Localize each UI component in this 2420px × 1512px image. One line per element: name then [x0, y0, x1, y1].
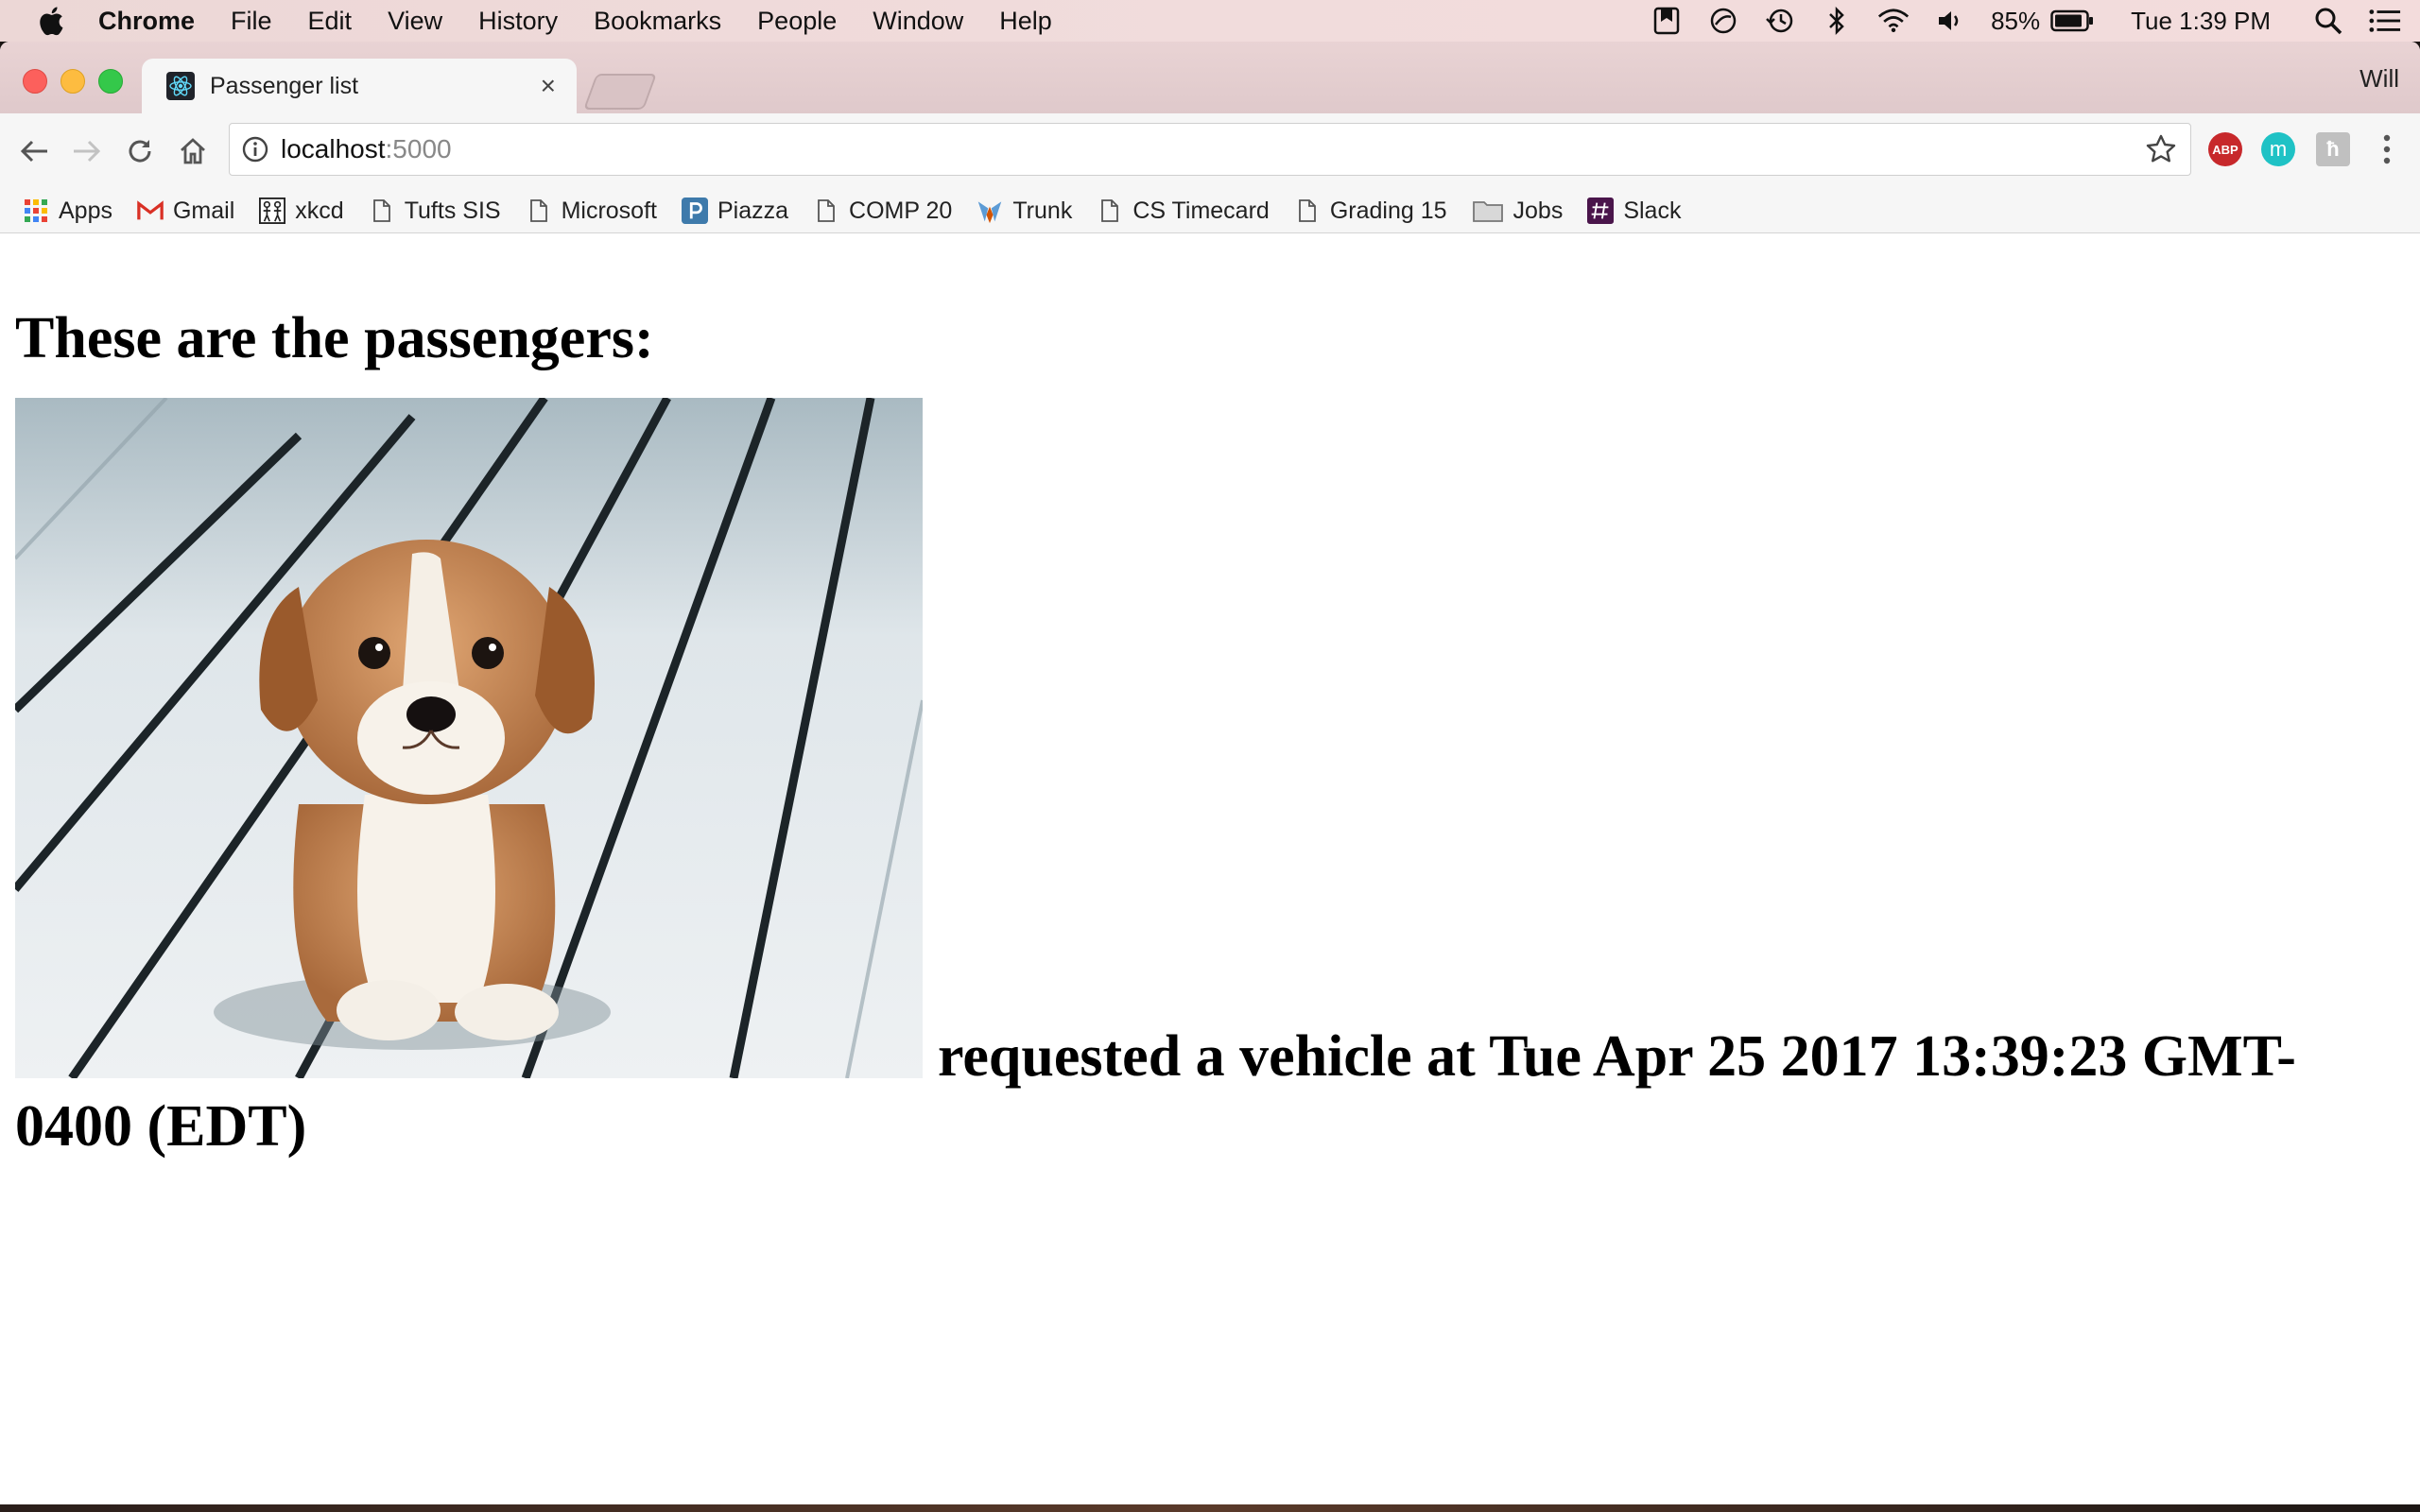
- page-icon: [1097, 198, 1123, 224]
- bookmark-tufts-sis[interactable]: Tufts SIS: [369, 198, 501, 225]
- site-info-icon[interactable]: [241, 135, 269, 163]
- bookmark-slack[interactable]: Slack: [1587, 198, 1681, 225]
- bookmark-microsoft[interactable]: Microsoft: [526, 198, 657, 225]
- hacker-news-extension[interactable]: ћ: [2316, 132, 2350, 166]
- menu-bookmarks[interactable]: Bookmarks: [594, 7, 721, 36]
- bookmark-label: Slack: [1623, 197, 1682, 224]
- tab-close-icon[interactable]: ×: [541, 71, 556, 101]
- page-icon: [813, 198, 839, 224]
- menu-history[interactable]: History: [478, 7, 558, 36]
- bookmark-xkcd[interactable]: xkcd: [259, 197, 344, 225]
- page-icon: [1294, 198, 1321, 224]
- bookmark-trunk[interactable]: Trunk: [977, 198, 1072, 225]
- menu-clock[interactable]: Tue 1:39 PM: [2131, 7, 2271, 36]
- home-icon[interactable]: [174, 132, 212, 170]
- bookmark-app-icon[interactable]: [1651, 5, 1683, 37]
- react-favicon-icon: [166, 72, 195, 100]
- status-area: 85% Tue 1:39 PM: [1651, 0, 2420, 42]
- menu-chrome[interactable]: Chrome: [98, 7, 195, 36]
- folder-icon: [1472, 198, 1504, 224]
- minimize-window-button[interactable]: [60, 69, 85, 94]
- trunk-icon: [977, 198, 1003, 224]
- menu-view[interactable]: View: [388, 7, 442, 36]
- menu-bar: Chrome File Edit View History Bookmarks …: [0, 0, 2420, 42]
- forward-arrow-icon[interactable]: [68, 132, 106, 170]
- address-bar[interactable]: localhost:5000: [229, 123, 2191, 176]
- bookmark-label: Apps: [59, 197, 112, 224]
- bookmark-label: COMP 20: [849, 197, 953, 224]
- bookmark-comp-20[interactable]: COMP 20: [813, 198, 952, 225]
- bookmarks-bar: Apps Gmail xkcd Tufts SIS Microsoft Piaz…: [0, 189, 2420, 233]
- page-content: These are the passengers: requested a ve…: [0, 233, 2420, 1504]
- close-window-button[interactable]: [23, 69, 47, 94]
- apple-logo-icon[interactable]: [36, 4, 70, 38]
- menu-help[interactable]: Help: [999, 7, 1052, 36]
- slack-icon: [1587, 198, 1615, 224]
- do-not-disturb-icon[interactable]: [1707, 5, 1739, 37]
- adblock-plus-extension[interactable]: ABP: [2208, 132, 2242, 166]
- volume-icon[interactable]: [1934, 5, 1966, 37]
- bookmark-apps[interactable]: Apps: [23, 198, 112, 225]
- time-machine-icon[interactable]: [1764, 5, 1796, 37]
- browser-window: Passenger list × Will localhost:5000 ABP…: [0, 42, 2420, 1504]
- new-tab-button[interactable]: [583, 74, 657, 110]
- bookmark-label: Trunk: [1012, 197, 1073, 224]
- bookmark-label: Tufts SIS: [404, 197, 501, 224]
- bookmark-label: Microsoft: [561, 197, 657, 224]
- mixmax-extension[interactable]: m: [2261, 132, 2295, 166]
- zoom-window-button[interactable]: [98, 69, 123, 94]
- bookmark-label: xkcd: [295, 197, 344, 224]
- desktop-background: [0, 1504, 2420, 1512]
- apps-grid-icon: [23, 198, 49, 224]
- spotlight-search-icon[interactable]: [2312, 5, 2344, 37]
- tab-passenger-list[interactable]: Passenger list ×: [142, 59, 577, 113]
- wifi-icon[interactable]: [1877, 5, 1910, 37]
- menu-people[interactable]: People: [757, 7, 837, 36]
- bookmark-label: Piazza: [717, 197, 789, 224]
- bluetooth-icon[interactable]: [1821, 5, 1853, 37]
- page-icon: [369, 198, 395, 224]
- xkcd-icon: [259, 198, 286, 224]
- battery-percentage: 85%: [1991, 6, 2041, 35]
- browser-toolbar: localhost:5000 ABP m ћ: [0, 113, 2420, 189]
- bookmark-cs-timecard[interactable]: CS Timecard: [1097, 197, 1270, 225]
- bookmark-label: CS Timecard: [1132, 197, 1270, 224]
- bookmark-label: Jobs: [1512, 197, 1564, 224]
- bookmark-star-icon[interactable]: [2145, 133, 2177, 165]
- bookmark-folder-jobs[interactable]: Jobs: [1472, 197, 1564, 225]
- back-arrow-icon[interactable]: [15, 132, 53, 170]
- menu-file[interactable]: File: [231, 7, 272, 36]
- menu-edit[interactable]: Edit: [308, 7, 353, 36]
- page-heading: These are the passengers:: [15, 306, 654, 370]
- url-host: localhost: [281, 134, 386, 163]
- notification-center-icon[interactable]: [2369, 5, 2401, 37]
- tab-strip: Passenger list × Will: [0, 42, 2420, 113]
- bookmark-piazza[interactable]: Piazza: [681, 197, 789, 225]
- gmail-icon: [137, 198, 164, 224]
- reload-icon[interactable]: [121, 132, 159, 170]
- bookmark-grading-15[interactable]: Grading 15: [1294, 198, 1447, 225]
- request-text-line-1: requested a vehicle at Tue Apr 25 2017 1…: [938, 1024, 2296, 1089]
- chrome-menu-icon[interactable]: [2373, 130, 2401, 168]
- menu-window[interactable]: Window: [873, 7, 963, 36]
- battery-icon[interactable]: [2049, 5, 2095, 37]
- page-icon: [526, 198, 552, 224]
- piazza-icon: [681, 198, 708, 224]
- passenger-photo: [15, 398, 923, 1078]
- bookmark-label: Gmail: [172, 197, 235, 224]
- bookmark-gmail[interactable]: Gmail: [137, 198, 234, 225]
- tab-title: Passenger list: [210, 72, 359, 99]
- profile-name[interactable]: Will: [2360, 64, 2399, 94]
- bookmark-label: Grading 15: [1329, 197, 1447, 224]
- request-text-line-2: 0400 (EDT): [15, 1094, 307, 1159]
- url-port: :5000: [385, 134, 452, 163]
